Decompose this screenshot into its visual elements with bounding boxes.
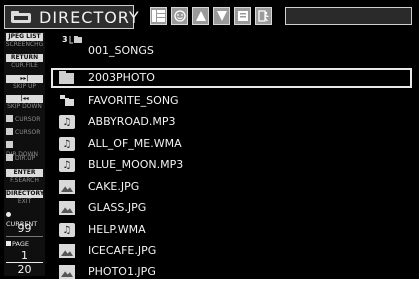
return-key[interactable]: RETURN (6, 54, 43, 62)
current-icon (6, 212, 11, 217)
list-item[interactable]: ♫ HELP.WMA (53, 220, 415, 240)
audio-file-icon: ♫ (59, 115, 75, 129)
directory-label: EXIT (17, 198, 32, 205)
list-item-name: ICECAFE.JPG (88, 244, 157, 257)
list-item-name: ABBYROAD.MP3 (88, 115, 176, 128)
list-item-name: HELP.WMA (88, 223, 146, 236)
cursor-up-row[interactable]: CURSOR (6, 115, 44, 124)
list-item-name: 2003PHOTO (88, 71, 155, 84)
current-header: CURRENT (6, 211, 43, 228)
return-label: CUR.FILE (11, 62, 38, 69)
folder-tree-icon (60, 95, 74, 106)
photo-file-icon (59, 265, 75, 279)
list-item[interactable]: PHOTO1.JPG (53, 262, 415, 282)
skip-up-label: SKIP UP (12, 83, 37, 90)
cursor-down-row[interactable]: CURSOR (6, 128, 44, 137)
side-panel: JPEG LIST SCREENCHG RETURN CUR.FILE ▸▸| … (4, 32, 45, 276)
up-arrow-icon (195, 11, 206, 21)
list-item[interactable]: ICECAFE.JPG (53, 241, 415, 261)
list-item-name: FAVORITE_SONG (88, 94, 179, 107)
cursor-up-label: CURSOR (15, 116, 41, 123)
directory-screen: DIRECTORY JPEG LIST SCREENCHG RETURN CUR… (0, 0, 419, 279)
folder-icon (11, 11, 31, 23)
jpeg-list-label: SCREENCHG (5, 41, 44, 48)
document-button[interactable] (234, 7, 251, 25)
dir-down-icon (6, 141, 13, 148)
document-icon (237, 11, 248, 21)
skip-down-label: SKIP DOWN (7, 103, 42, 110)
list-item-name: ALL_OF_ME.WMA (88, 137, 182, 150)
root-folder-name: 001_SONGS (88, 44, 154, 57)
directory-key[interactable]: DIRECTORY (6, 190, 44, 198)
list-item-name: PHOTO1.JPG (88, 265, 156, 278)
title-box: DIRECTORY (4, 5, 139, 29)
current-value: 99 (6, 222, 43, 237)
dir-up-row[interactable]: DIR.UP (6, 154, 44, 163)
grid-view-button[interactable] (150, 7, 167, 25)
list-item-name: GLASS.JPG (88, 201, 147, 214)
page-header: PAGE (6, 240, 43, 249)
page-label: PAGE (12, 240, 29, 248)
page-current: 1 (6, 249, 43, 263)
list-item-name: CAKE.JPG (88, 180, 140, 193)
photo-file-icon (59, 244, 75, 258)
dir-up-icon (6, 154, 13, 161)
down-arrow-icon (216, 11, 227, 21)
list-item[interactable]: CAKE.JPG (53, 177, 415, 197)
list-item[interactable]: ♫ ALL_OF_ME.WMA (53, 134, 415, 154)
list-item[interactable]: FAVORITE_SONG (53, 91, 415, 111)
cursor-down-label: CURSOR (15, 129, 41, 136)
audio-file-icon: ♫ (59, 137, 75, 151)
list-item[interactable]: GLASS.JPG (53, 198, 415, 218)
photo-file-icon (59, 201, 75, 215)
page-total: 20 (17, 263, 32, 276)
enter-label: F.SEARCH (10, 177, 39, 184)
folder-level-number: 3 (62, 35, 68, 44)
exit-icon (257, 10, 269, 22)
photo-file-icon (59, 180, 75, 194)
down-button[interactable] (213, 7, 230, 25)
folder-icon (59, 71, 75, 85)
face-button[interactable] (171, 7, 188, 25)
audio-file-icon: ♫ (59, 158, 75, 172)
face-icon (173, 10, 186, 22)
folder-tree-icon (69, 36, 82, 44)
page-icon (6, 241, 11, 246)
grid-view-icon (152, 10, 165, 22)
dir-down-row[interactable]: DIR.DOWN (6, 141, 44, 158)
jpeg-list-key[interactable]: JPEG LIST (6, 33, 43, 41)
list-item-name: BLUE_MOON.MP3 (88, 158, 184, 171)
up-button[interactable] (192, 7, 209, 25)
enter-key[interactable]: ENTER (6, 169, 43, 177)
root-folder-row[interactable]: 3 001_SONGS (53, 35, 415, 61)
skip-down-key[interactable]: |◂◂ (6, 95, 43, 103)
audio-file-icon: ♫ (59, 223, 75, 237)
top-bar: DIRECTORY (4, 5, 412, 29)
list-item[interactable]: 2003PHOTO (51, 68, 412, 88)
cursor-down-icon (6, 128, 13, 135)
list-item[interactable]: ♫ ABBYROAD.MP3 (53, 112, 415, 132)
skip-up-key[interactable]: ▸▸| (6, 75, 43, 83)
cursor-up-icon (6, 115, 13, 122)
list-item[interactable]: ♫ BLUE_MOON.MP3 (53, 155, 415, 175)
top-status-box (285, 7, 412, 25)
file-list: 3 001_SONGS 2003PHOTO FAVORITE_SONG ♫ AB… (51, 32, 415, 279)
dir-up-label: DIR.UP (15, 155, 36, 162)
exit-button[interactable] (255, 7, 272, 25)
page-title: DIRECTORY (39, 8, 140, 27)
